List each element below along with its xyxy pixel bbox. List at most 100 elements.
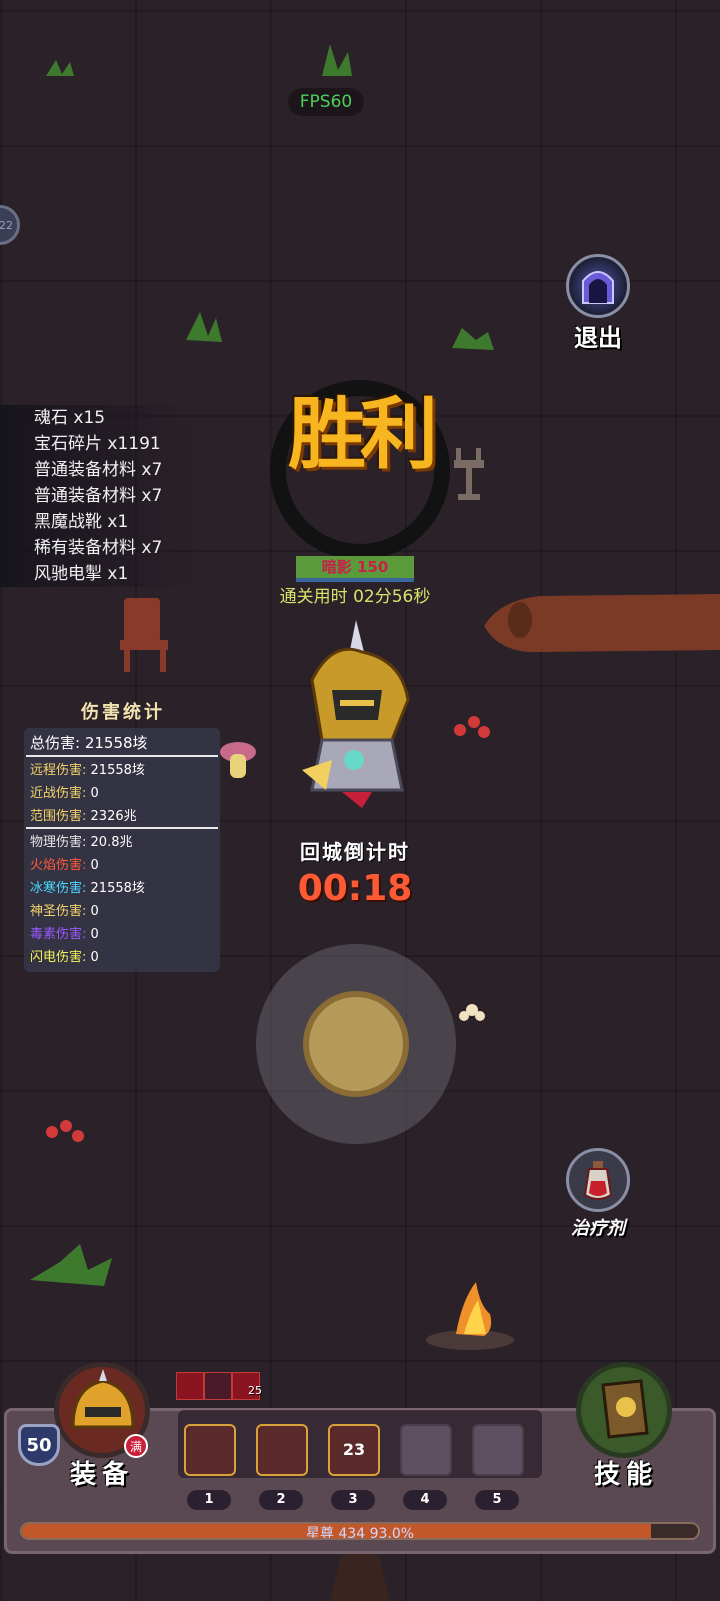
damage-row-label: 近战伤害: xyxy=(30,786,87,801)
loot-item: 宝石碎片 x1191 xyxy=(0,431,200,457)
loot-item-name: 普通装备材料 xyxy=(34,460,136,480)
damage-row-value: 21558垓 xyxy=(90,881,145,896)
fallen-log xyxy=(484,594,720,653)
fps-counter: FPS60 xyxy=(288,88,364,116)
clear-time: 通关用时 02分56秒 xyxy=(250,582,460,607)
player-level-badge: 50 xyxy=(18,1424,60,1466)
chair xyxy=(120,598,168,672)
clear-time-value: 02分56秒 xyxy=(353,587,431,607)
joystick-knob[interactable] xyxy=(303,991,409,1097)
skills-button[interactable] xyxy=(576,1362,672,1458)
buff-icon[interactable] xyxy=(204,1372,232,1400)
damage-row-value: 2326兆 xyxy=(90,809,137,824)
white-flower xyxy=(459,1004,485,1021)
damage-separator xyxy=(26,827,218,829)
mushroom xyxy=(220,742,256,778)
loot-item: 稀有装备材料 x7 xyxy=(0,535,200,561)
return-timer-label: 回城倒计时 xyxy=(300,840,410,864)
hero-character xyxy=(302,620,410,808)
loot-item: 风驰电掣 x1 xyxy=(0,561,200,587)
damage-row-value: 21558垓 xyxy=(90,763,145,778)
rank-label: 暗影 xyxy=(321,558,352,576)
loot-item: 普通装备材料 x7 xyxy=(0,457,200,483)
experience-text: 星尊 434 93.0% xyxy=(22,1524,698,1540)
skill-slot-number: 5 xyxy=(475,1490,519,1510)
loot-item-name: 宝石碎片 xyxy=(34,434,102,454)
loot-item-name: 稀有装备材料 xyxy=(34,538,136,558)
damage-row-label: 神圣伤害: xyxy=(30,904,87,919)
potion-icon xyxy=(583,1161,613,1200)
rank-value: 150 xyxy=(356,558,389,576)
return-timer-value: 00:18 xyxy=(297,868,413,909)
loot-item-qty: x15 xyxy=(73,408,106,428)
skill-slot-5[interactable] xyxy=(472,1424,524,1476)
loot-item-qty: x7 xyxy=(141,486,163,506)
victory-title: 胜利 xyxy=(287,390,438,480)
equipment-label: 装备 xyxy=(69,1460,134,1490)
damage-row-label: 远程伤害: xyxy=(30,763,87,778)
damage-row-value: 0 xyxy=(90,786,99,801)
damage-row: 毒素伤害: 0 xyxy=(30,923,99,942)
skill-slot-number: 4 xyxy=(403,1490,447,1510)
damage-row: 闪电伤害: 0 xyxy=(30,946,99,965)
campfire xyxy=(426,1282,514,1350)
loot-item: 魂石 x15 xyxy=(0,405,200,431)
experience-percent: 93.0% xyxy=(369,1526,415,1540)
skill-slot-count: 23 xyxy=(342,1440,366,1459)
damage-row: 远程伤害: 21558垓 xyxy=(30,759,145,778)
damage-row-value: 0 xyxy=(90,858,99,873)
loot-item-qty: x7 xyxy=(141,460,163,480)
exit-button[interactable] xyxy=(566,254,630,318)
damage-total-label: 总伤害: xyxy=(30,734,81,752)
damage-row-label: 毒素伤害: xyxy=(30,927,87,942)
damage-row: 物理伤害: 20.8兆 xyxy=(30,831,132,850)
buff-strip: 25 xyxy=(176,1372,266,1400)
damage-total-row: 总伤害: 21558垓 xyxy=(30,732,148,753)
damage-row-value: 0 xyxy=(90,927,99,942)
damage-separator xyxy=(26,755,218,757)
skill-slot-4[interactable] xyxy=(400,1424,452,1476)
damage-row-label: 冰寒伤害: xyxy=(30,881,87,896)
damage-row-label: 范围伤害: xyxy=(30,809,87,824)
damage-row: 神圣伤害: 0 xyxy=(30,900,99,919)
loot-item-name: 黑魔战靴 xyxy=(34,512,102,532)
experience-label: 星尊 434 xyxy=(305,1526,366,1540)
damage-row: 冰寒伤害: 21558垓 xyxy=(30,877,145,896)
skill-slot-3[interactable]: 23 xyxy=(328,1424,380,1476)
skill-slot-number: 3 xyxy=(331,1490,375,1510)
skill-slot-2[interactable] xyxy=(256,1424,308,1476)
loot-item-qty: x7 xyxy=(141,538,163,558)
damage-row: 火焰伤害: 0 xyxy=(30,854,99,873)
skill-slot-number: 1 xyxy=(187,1490,231,1510)
loot-item-name: 魂石 xyxy=(34,408,68,428)
loot-item: 普通装备材料 x7 xyxy=(0,483,200,509)
damage-row-value: 0 xyxy=(90,950,99,965)
loot-item: 黑魔战靴 x1 xyxy=(0,509,200,535)
skill-slot-1[interactable] xyxy=(184,1424,236,1476)
exit-label: 退出 xyxy=(574,324,622,352)
loot-item-qty: x1 xyxy=(107,512,129,532)
damage-total-value: 21558垓 xyxy=(84,734,148,752)
loot-item-qty: x1 xyxy=(107,564,129,584)
damage-row-label: 火焰伤害: xyxy=(30,858,87,873)
buff-icon[interactable] xyxy=(176,1372,204,1400)
experience-bar: 星尊 434 93.0% xyxy=(20,1522,700,1540)
loot-item-name: 普通装备材料 xyxy=(34,486,136,506)
heal-potion-button[interactable] xyxy=(566,1148,630,1212)
loot-list: 魂石 x15 宝石碎片 x1191 普通装备材料 x7 普通装备材料 x7 黑魔战靴 x… xyxy=(0,405,200,587)
clear-time-label: 通关用时 xyxy=(279,587,348,607)
gate-icon xyxy=(582,271,614,304)
rank-text: 暗影 150 xyxy=(296,556,414,578)
damage-row-value: 0 xyxy=(90,904,99,919)
heal-potion-label: 治疗剂 xyxy=(571,1218,625,1239)
spellbook-icon xyxy=(601,1379,649,1439)
candle-stand xyxy=(454,448,484,500)
damage-row-value: 20.8兆 xyxy=(90,835,133,850)
damage-row-label: 物理伤害: xyxy=(30,835,87,850)
loot-item-qty: x1191 xyxy=(107,434,161,454)
damage-row-label: 闪电伤害: xyxy=(30,950,87,965)
damage-stats-panel: 总伤害: 21558垓 远程伤害: 21558垓 近战伤害: 0 范围伤害: 232… xyxy=(24,728,220,972)
damage-stats-title: 伤害统计 xyxy=(81,702,165,723)
damage-row: 近战伤害: 0 xyxy=(30,782,99,801)
skill-slot-row: 23 xyxy=(178,1410,542,1478)
